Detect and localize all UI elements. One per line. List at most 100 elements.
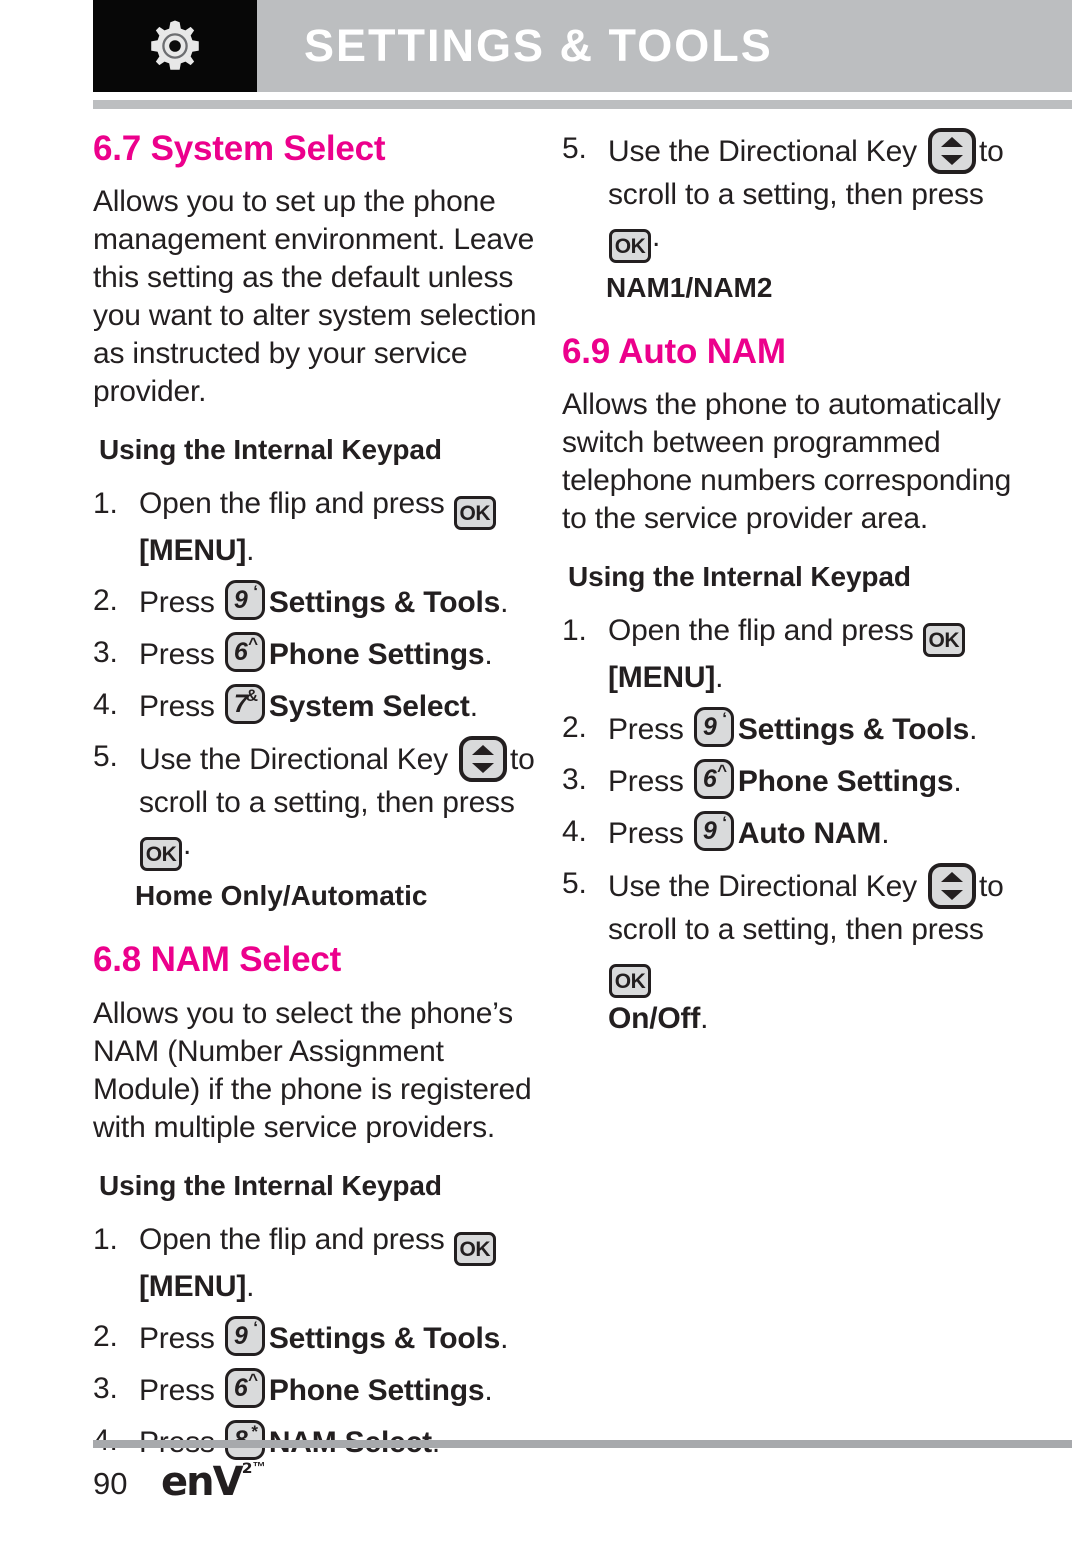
step-number: 2. — [562, 711, 587, 745]
step-text: Press — [608, 817, 684, 851]
footer-divider — [93, 1440, 1072, 1448]
directional-key-icon[interactable] — [928, 863, 977, 910]
key-superscript: ^ — [717, 761, 727, 781]
step-trailing: . — [183, 828, 192, 862]
ok-key-icon[interactable]: OK — [140, 837, 182, 872]
keypad-key-9-icon[interactable]: 9 ‘ — [693, 707, 734, 748]
step-trailing: . — [969, 713, 978, 747]
step-item: 1. Open the flip and press OK [MENU]. — [562, 610, 1012, 699]
ok-key-icon[interactable]: OK — [453, 496, 496, 531]
step-text: Open the flip and press — [608, 614, 914, 648]
section-body-6-8: Allows you to select the phone’s NAM (Nu… — [93, 996, 532, 1144]
key-superscript: * — [251, 1421, 258, 1441]
step-item: 3. Press 6 ^ Phone Settings. — [93, 632, 543, 676]
left-column: 6.7 System Select Allows you to set up t… — [93, 128, 543, 1472]
key-superscript: ‘ — [253, 582, 258, 602]
chevron-up-icon — [472, 745, 495, 756]
step-text: Press — [139, 638, 215, 672]
key-superscript: & — [245, 686, 258, 706]
key-digit: 9 — [233, 1321, 248, 1350]
gear-icon — [151, 20, 199, 70]
step-trailing: . — [246, 534, 255, 568]
step-text: Press — [139, 1373, 215, 1407]
step-bold-text: Phone Settings — [268, 638, 485, 672]
step-trailing: . — [715, 661, 724, 695]
step-text: Press — [608, 713, 684, 747]
step-text: Use the Directional Key — [608, 870, 917, 904]
step-item: 1. Open the flip and press OK [MENU]. — [93, 483, 543, 572]
key-superscript: ‘ — [253, 1317, 258, 1337]
step-bold-text: Settings & Tools — [737, 713, 970, 747]
step-text: Press — [139, 690, 215, 724]
step-text: Open the flip and press — [139, 487, 445, 521]
step-bold-text: [MENU] — [608, 661, 716, 695]
step-number: 3. — [93, 1371, 118, 1405]
section-heading-6-7: 6.7 System Select — [93, 129, 386, 168]
step-trailing: . — [652, 220, 661, 253]
step-item: 2. Press 9 ‘Settings & Tools. — [562, 707, 1012, 751]
step-bold-text: Phone Settings — [737, 765, 954, 799]
step-bold-text: Settings & Tools — [268, 1321, 501, 1355]
chevron-up-icon — [941, 137, 964, 147]
key-digit: 6 — [233, 638, 248, 667]
ok-key-icon[interactable]: OK — [609, 964, 651, 999]
directional-key-icon[interactable] — [459, 736, 508, 783]
section-heading-6-9: 6.9 Auto NAM — [562, 332, 786, 371]
step-item: 5. Use the Directional Key to scroll to a… — [562, 128, 1012, 263]
trademark-icon: ™ — [252, 1459, 266, 1474]
step-number: 2. — [93, 1319, 118, 1353]
section-body-6-9: Allows the phone to automatically switch… — [562, 388, 1012, 536]
step-bold-text: Settings & Tools — [268, 586, 501, 620]
ok-key-icon[interactable]: OK — [609, 229, 651, 263]
value-label-nam1-nam2: NAM1/NAM2 — [606, 272, 773, 303]
step-bold-text: Phone Settings — [268, 1373, 485, 1407]
step-trailing: . — [881, 817, 890, 851]
keypad-key-6-icon[interactable]: 6 ^ — [224, 632, 265, 673]
step-text: Press — [139, 1321, 215, 1355]
step-trailing: . — [469, 690, 478, 724]
step-text: Use the Directional Key — [139, 743, 448, 777]
subheading-using-internal-keypad-6-7: Using the Internal Keypad — [99, 434, 442, 466]
step-item: 2. Press 9 ‘Settings & Tools. — [93, 1315, 543, 1360]
step-bold-text: Auto NAM — [737, 817, 882, 851]
step-trailing: . — [500, 1321, 509, 1355]
step-item: 2. Press 9 ‘Settings & Tools. — [93, 580, 543, 624]
ok-key-icon[interactable]: OK — [922, 623, 965, 658]
step-bold-text: System Select — [268, 690, 470, 724]
key-superscript: ‘ — [722, 709, 727, 729]
step-item: 5. Use the Directional Key to scroll to a… — [93, 736, 543, 872]
step-trailing: . — [246, 1269, 255, 1303]
key-digit: 6 — [702, 765, 717, 794]
key-superscript: ‘ — [722, 813, 727, 833]
directional-key-icon[interactable] — [928, 128, 977, 174]
step-number: 3. — [562, 763, 587, 797]
logo-text: enV — [161, 1459, 244, 1505]
step-number: 1. — [93, 487, 118, 521]
keypad-key-9-icon[interactable]: 9 ‘ — [224, 580, 265, 621]
keypad-key-7-icon[interactable]: 7 & — [224, 684, 265, 725]
keypad-key-9-icon[interactable]: 9 ‘ — [224, 1315, 265, 1356]
step-trailing: . — [953, 765, 962, 799]
page-footer: 90 enV²™ — [93, 1458, 1072, 1518]
step-number: 5. — [562, 867, 587, 901]
step-bold-text: [MENU] — [139, 1269, 247, 1303]
step-number: 2. — [93, 584, 118, 618]
page-title: SETTINGS & TOOLS — [304, 20, 773, 71]
subheading-using-internal-keypad-6-8: Using the Internal Keypad — [99, 1169, 442, 1201]
steps-list-6-8: 1. Open the flip and press OK [MENU]. 2. P… — [93, 1219, 543, 1464]
key-digit: 9 — [702, 817, 717, 846]
step-trailing: . — [484, 1373, 493, 1407]
keypad-key-6-icon[interactable]: 6 ^ — [224, 1367, 265, 1408]
step-text: Press — [139, 586, 215, 620]
keypad-key-6-icon[interactable]: 6 ^ — [693, 759, 734, 800]
key-digit: 6 — [233, 1373, 248, 1402]
step-bold-text: [MENU] — [139, 534, 247, 568]
keypad-key-9-icon[interactable]: 9 ‘ — [693, 811, 734, 852]
value-label-on-off: On/Off — [608, 1002, 701, 1036]
step-number: 3. — [93, 636, 118, 670]
step-text: Use the Directional Key — [608, 135, 917, 168]
ok-key-icon[interactable]: OK — [453, 1231, 496, 1266]
step-text: Open the flip and press — [139, 1222, 445, 1256]
right-column: 5. Use the Directional Key to scroll to a… — [562, 128, 1012, 1048]
section-heading-6-8: 6.8 NAM Select — [93, 940, 342, 980]
